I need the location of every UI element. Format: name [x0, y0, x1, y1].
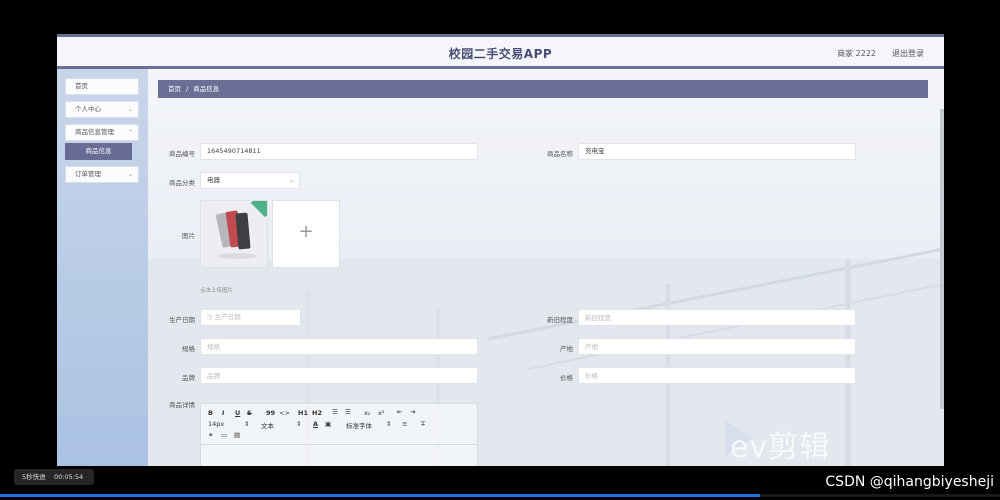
app-header: 校园二手交易APP 商家 2222 退出登录 — [57, 34, 944, 69]
font-family-select[interactable]: 标准字体 — [346, 420, 372, 430]
breadcrumb: 首页 / 商品信息 — [158, 80, 928, 98]
font-size-select[interactable]: 14px — [208, 420, 224, 428]
superscript-button[interactable]: x² — [378, 409, 384, 417]
chevron-updown-icon: ⇕ — [244, 420, 250, 428]
strike-button[interactable]: S — [247, 409, 252, 417]
brand-field[interactable] — [207, 368, 477, 383]
app-screen: 校园二手交易APP 商家 2222 退出登录 首页 个人中心 ⌄ 商品信息管理 … — [57, 34, 944, 466]
product-name-input[interactable]: 充电宝 — [578, 143, 856, 160]
category-label: 商品分类 — [169, 179, 195, 187]
production-date-label: 生产日期 — [169, 316, 195, 324]
plus-icon: + — [298, 221, 314, 242]
h2-button[interactable]: H2 — [312, 409, 322, 417]
ordered-list-icon[interactable]: ☰ — [332, 408, 338, 416]
progress-bar[interactable] — [0, 494, 1000, 497]
condition-field[interactable] — [585, 310, 855, 325]
sidebar-item-label: 订单管理 — [75, 170, 101, 178]
detail-label: 商品详情 — [169, 401, 195, 409]
price-input[interactable] — [578, 367, 856, 384]
product-code-label: 商品编号 — [169, 150, 195, 158]
spec-label: 规格 — [182, 345, 195, 353]
scrollbar[interactable] — [940, 109, 944, 409]
playback-info[interactable]: 5秒快进 00:05:54 — [14, 469, 94, 485]
sidebar-item-product-management[interactable]: 商品信息管理 ⌃ — [65, 124, 139, 141]
font-color-icon[interactable]: A — [313, 420, 318, 428]
progress-fill — [0, 494, 760, 497]
sidebar-item-order-management[interactable]: 订单管理 ⌄ — [65, 166, 139, 183]
price-field[interactable] — [585, 368, 855, 383]
image-icon[interactable]: ▭ — [221, 431, 227, 439]
source-credit: CSDN @qihangbiyesheji — [825, 474, 994, 490]
app-title: 校园二手交易APP — [448, 47, 553, 61]
watermark: ev剪辑 — [730, 430, 831, 465]
breadcrumb-current: 商品信息 — [193, 85, 220, 93]
upload-hint: 点击上传图片 — [200, 288, 234, 294]
brand-input[interactable] — [200, 367, 478, 384]
h1-button[interactable]: H1 — [298, 409, 308, 417]
origin-field[interactable] — [585, 339, 855, 354]
production-date-placeholder: 生产日期 — [214, 313, 241, 321]
indent-icon[interactable]: ⇥ — [410, 408, 415, 416]
skip-speed-label: 5秒快进 — [22, 473, 46, 481]
quote-button[interactable]: 99 — [266, 409, 275, 417]
condition-input[interactable] — [578, 309, 856, 326]
condition-label: 新旧程度 — [547, 316, 573, 324]
spec-field[interactable] — [207, 339, 477, 354]
code-button[interactable]: <> — [279, 409, 290, 417]
playback-time: 00:05:54 — [54, 473, 84, 481]
chevron-down-icon: ⌄ — [288, 177, 294, 184]
background-color-icon[interactable]: ▣ — [325, 420, 331, 428]
image-label: 图片 — [182, 232, 195, 240]
outdent-icon[interactable]: ⇤ — [397, 408, 402, 416]
video-icon[interactable]: ▤ — [234, 431, 240, 439]
link-icon[interactable]: ⚭ — [208, 431, 213, 439]
sidebar-subitem-product-info[interactable]: 商品信息 — [65, 143, 132, 160]
main-content: 首页 / 商品信息 商品编号 1645490714811 商品名称 充电宝 商品分类… — [148, 69, 944, 466]
origin-label: 产地 — [560, 345, 573, 353]
product-code-input[interactable]: 1645490714811 — [200, 143, 478, 160]
chevron-up-icon: ⌃ — [127, 129, 133, 136]
chevron-updown-icon: ⇕ — [296, 420, 302, 428]
bold-button[interactable]: B — [208, 409, 213, 417]
chevron-down-icon: ⌄ — [127, 171, 133, 178]
production-date-picker[interactable]: ◷ 生产日期 — [200, 309, 301, 326]
image-upload-button[interactable]: + — [272, 200, 340, 268]
sidebar-item-label: 商品信息管理 — [75, 128, 114, 136]
category-select[interactable]: 电器 ⌄ — [200, 172, 300, 189]
origin-input[interactable] — [578, 338, 856, 355]
product-name-label: 商品名称 — [547, 150, 573, 158]
sidebar: 首页 个人中心 ⌄ 商品信息管理 ⌃ 商品信息 订单管理 ⌄ — [57, 69, 148, 466]
current-user: 商家 2222 — [837, 49, 876, 58]
category-value: 电器 — [207, 176, 220, 184]
bullet-list-icon[interactable]: ☰ — [345, 408, 351, 416]
italic-button[interactable]: I — [222, 409, 224, 417]
breadcrumb-home[interactable]: 首页 — [168, 85, 181, 93]
text-type-select[interactable]: 文本 — [261, 420, 274, 430]
sidebar-item-personal-center[interactable]: 个人中心 ⌄ — [65, 101, 139, 118]
sidebar-item-label: 个人中心 — [75, 105, 101, 113]
sidebar-item-home[interactable]: 首页 — [65, 78, 139, 95]
editor-toolbar: B I U S 99 <> H1 H2 ☰ ☰ x₂ x² ⇤ ⇥ 14px ⇕… — [201, 404, 477, 445]
price-label: 价格 — [560, 374, 573, 382]
clock-icon: ◷ — [207, 313, 213, 321]
subscript-button[interactable]: x₂ — [364, 409, 370, 417]
logout-link[interactable]: 退出登录 — [892, 48, 924, 59]
sidebar-item-label: 首页 — [75, 82, 88, 90]
underline-button[interactable]: U — [235, 409, 240, 417]
spec-input[interactable] — [200, 338, 478, 355]
align-icon[interactable]: ≡ — [402, 420, 407, 428]
product-image-thumbnail[interactable] — [200, 200, 268, 268]
chevron-updown-icon: ⇕ — [386, 420, 392, 428]
chevron-down-icon: ⌄ — [127, 106, 133, 113]
clear-format-icon[interactable]: T̶ — [421, 420, 425, 428]
brand-label: 品牌 — [182, 374, 195, 382]
rich-text-editor[interactable]: B I U S 99 <> H1 H2 ☰ ☰ x₂ x² ⇤ ⇥ 14px ⇕… — [200, 403, 478, 466]
breadcrumb-separator: / — [186, 85, 189, 93]
